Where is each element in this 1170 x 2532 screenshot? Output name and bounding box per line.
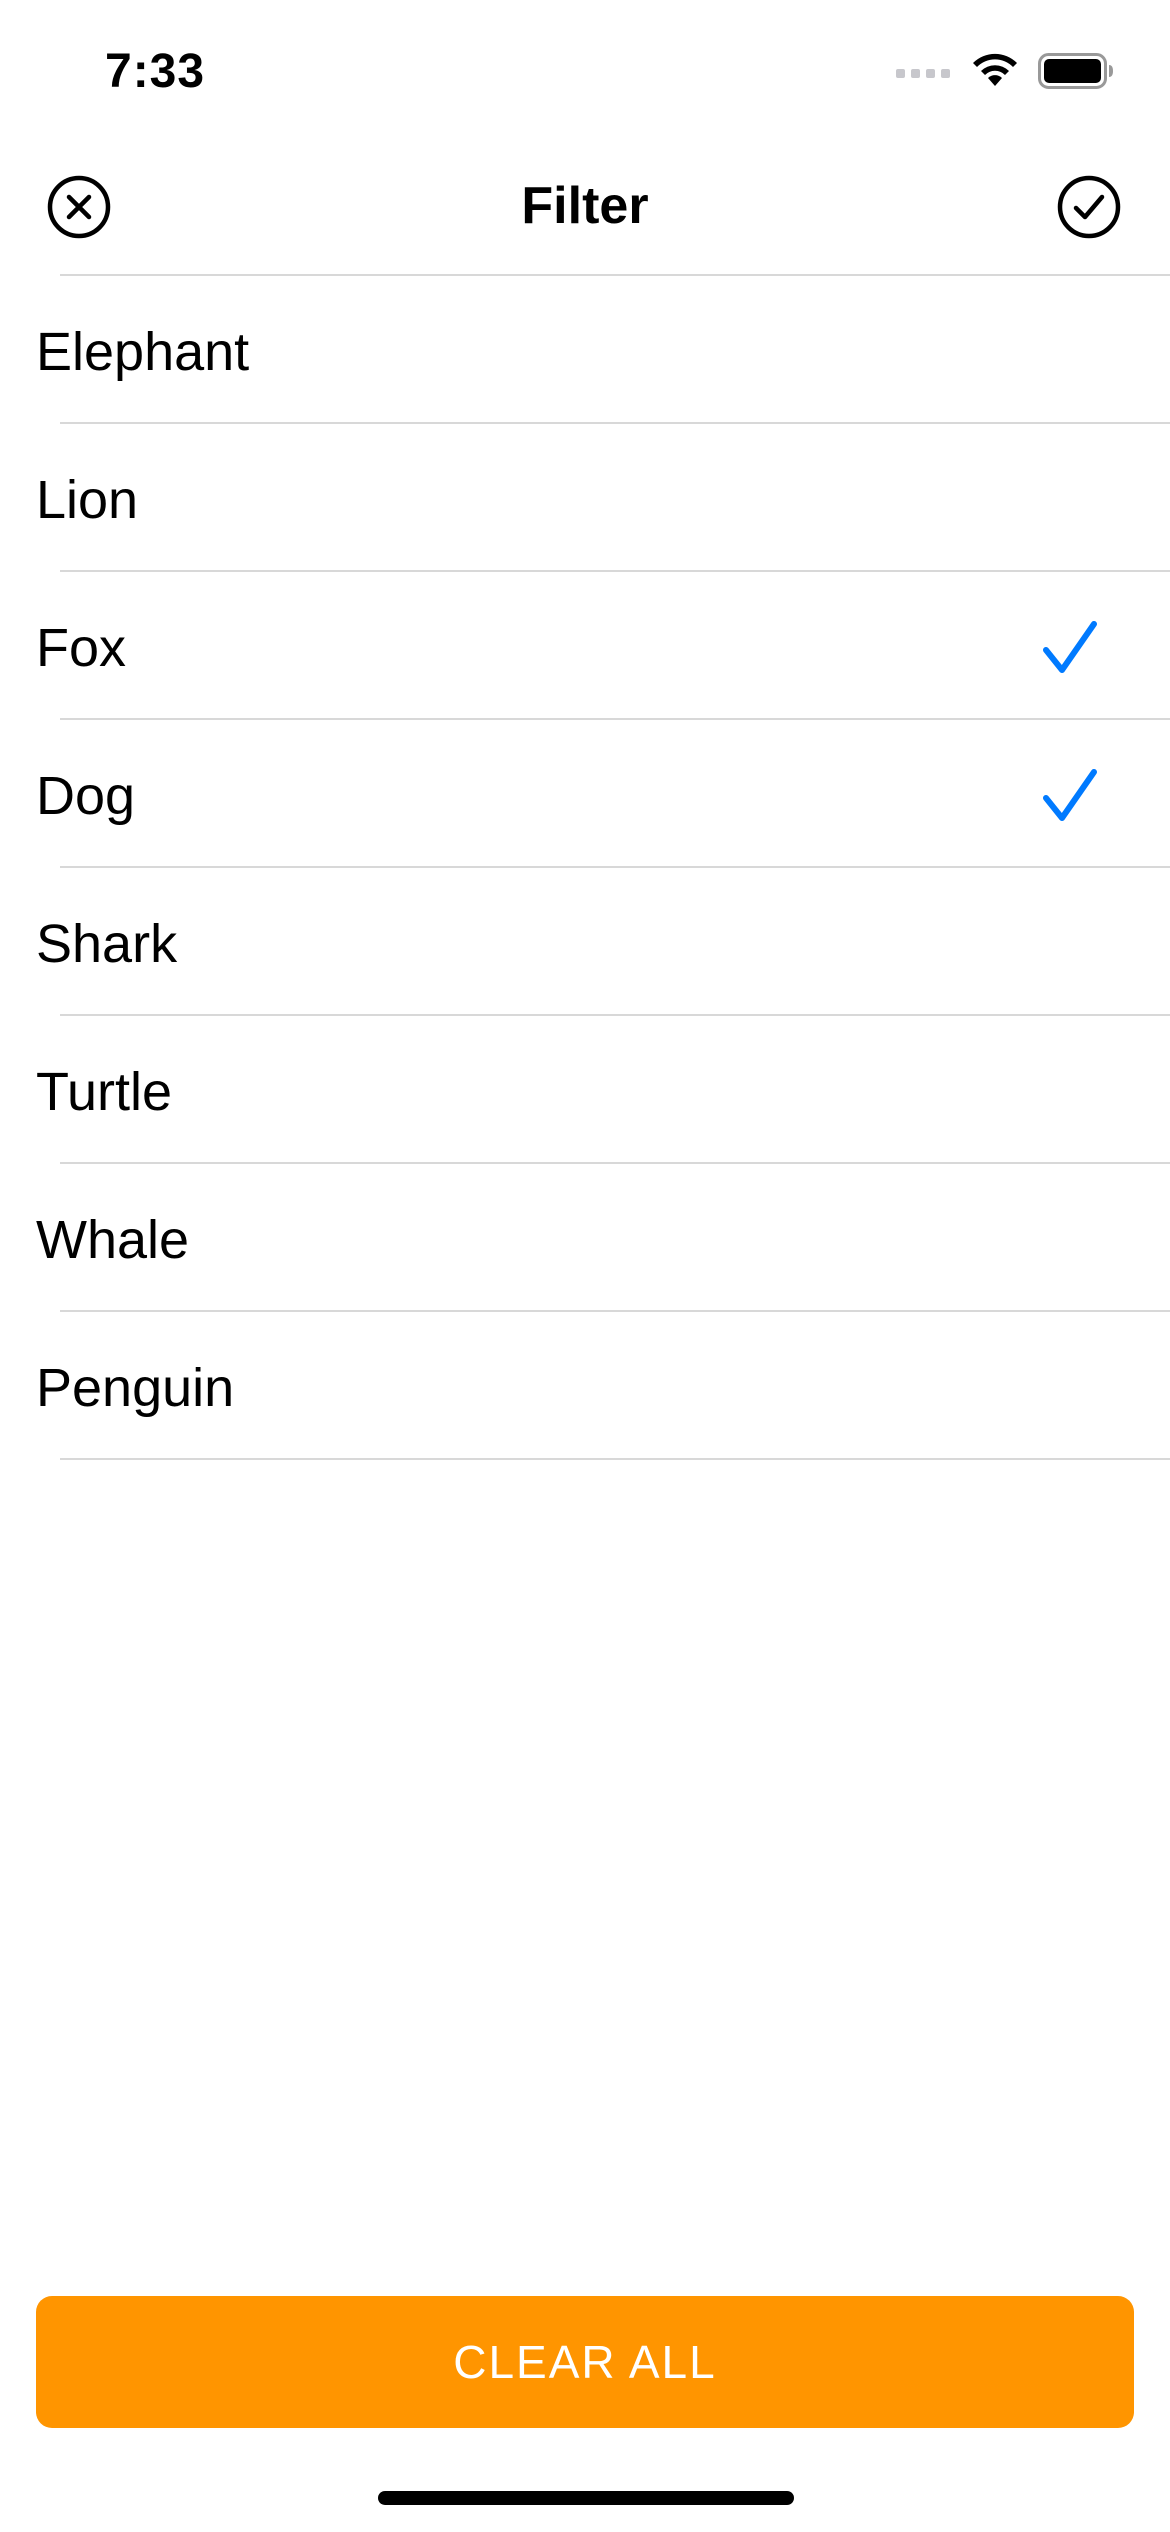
clear-all-label: CLEAR ALL <box>453 2336 717 2388</box>
list-item-turtle[interactable]: Turtle <box>0 1016 1170 1164</box>
list-item-label: Shark <box>36 914 178 974</box>
navigation-bar: Filter <box>0 140 1170 274</box>
done-button[interactable] <box>1056 174 1122 240</box>
list-item-label: Elephant <box>36 322 250 382</box>
clear-all-button[interactable]: CLEAR ALL <box>36 2296 1134 2428</box>
list-item-shark[interactable]: Shark <box>0 868 1170 1016</box>
list-item-label: Dog <box>36 766 136 826</box>
status-bar: 7:33 <box>0 0 1170 140</box>
list-item-lion[interactable]: Lion <box>0 424 1170 572</box>
list-item-label: Turtle <box>36 1062 173 1122</box>
list-item-whale[interactable]: Whale <box>0 1164 1170 1312</box>
checkmark-icon <box>1042 618 1098 678</box>
list-item-dog[interactable]: Dog <box>0 720 1170 868</box>
list-item-label: Fox <box>36 618 127 678</box>
page-title: Filter <box>521 177 649 235</box>
list-item-penguin[interactable]: Penguin <box>0 1312 1170 1460</box>
checkmark-circle-icon <box>1056 174 1122 240</box>
battery-icon <box>1038 53 1114 89</box>
list-item-label: Lion <box>36 470 139 530</box>
status-icons <box>896 52 1114 90</box>
list-item-label: Whale <box>36 1210 190 1270</box>
filter-list: Elephant Lion Fox Dog Shark Turtle Whale… <box>0 274 1170 1460</box>
list-item-label: Penguin <box>36 1358 235 1418</box>
list-item-fox[interactable]: Fox <box>0 572 1170 720</box>
home-indicator <box>378 2491 794 2505</box>
status-time: 7:33 <box>105 45 206 98</box>
checkmark-icon <box>1042 766 1098 826</box>
wifi-icon <box>970 52 1020 90</box>
list-item-elephant[interactable]: Elephant <box>0 276 1170 424</box>
signal-icon <box>896 61 952 81</box>
